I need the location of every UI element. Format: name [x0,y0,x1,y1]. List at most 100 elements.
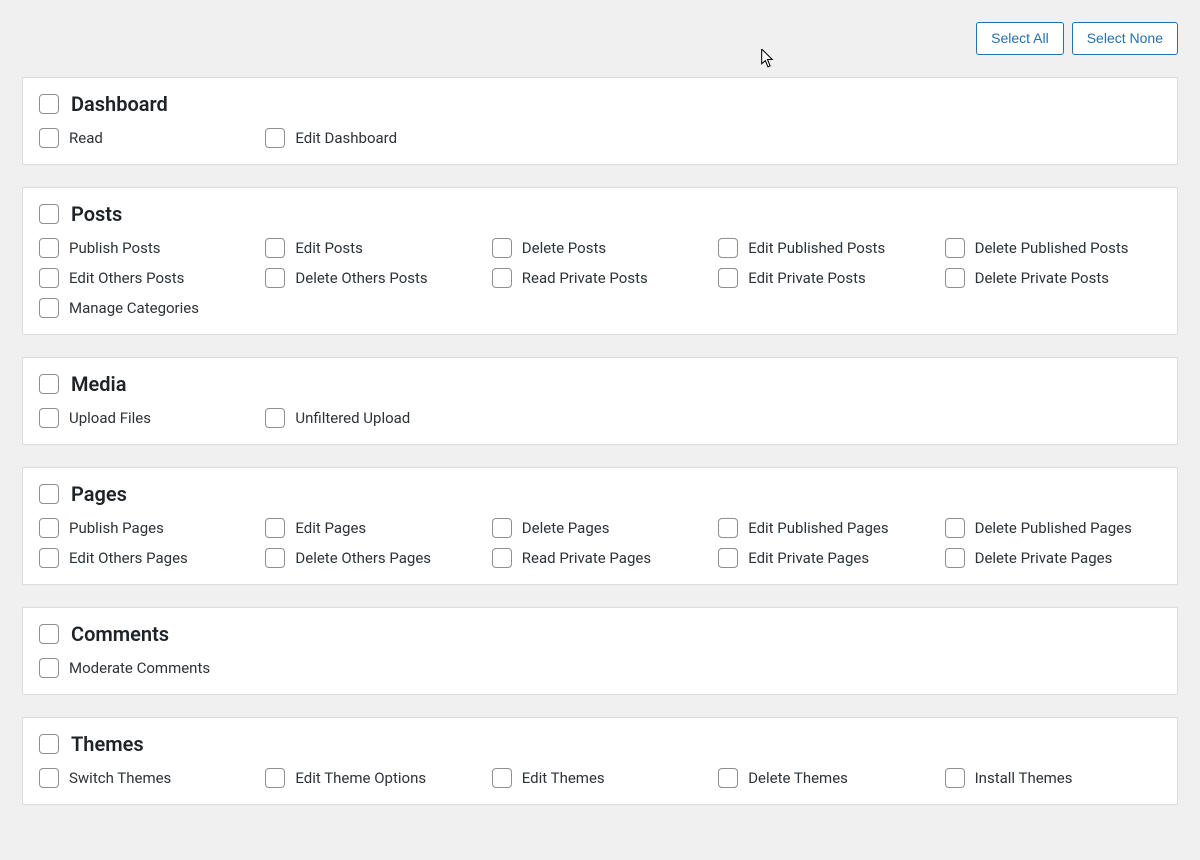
group-checkbox-pages[interactable] [39,484,59,504]
capabilities-page: Select All Select None Dashboard Read Edit… [0,0,1200,849]
capability-edit-pages[interactable]: Edit Pages [265,518,481,538]
capability-checkbox[interactable] [39,658,59,678]
capability-edit-published-pages[interactable]: Edit Published Pages [718,518,934,538]
capability-delete-posts[interactable]: Delete Posts [492,238,708,258]
capability-checkbox[interactable] [265,548,285,568]
capability-switch-themes[interactable]: Switch Themes [39,768,255,788]
group-checkbox-media[interactable] [39,374,59,394]
capability-checkbox[interactable] [718,518,738,538]
capability-label: Edit Published Pages [748,519,888,537]
capability-edit-private-posts[interactable]: Edit Private Posts [718,268,934,288]
capability-label: Delete Posts [522,239,606,257]
select-all-button[interactable]: Select All [976,22,1064,55]
action-bar: Select All Select None [22,0,1178,77]
capability-checkbox[interactable] [39,238,59,258]
capability-delete-private-posts[interactable]: Delete Private Posts [945,268,1161,288]
capability-checkbox[interactable] [39,268,59,288]
capability-delete-published-pages[interactable]: Delete Published Pages [945,518,1161,538]
capability-checkbox[interactable] [492,548,512,568]
group-comments: CommentsModerate Comments [22,607,1178,695]
group-header: Media [39,372,1161,396]
capability-checkbox[interactable] [39,128,59,148]
capability-publish-posts[interactable]: Publish Posts [39,238,255,258]
capability-moderate-comments[interactable]: Moderate Comments [39,658,255,678]
capability-label: Edit Posts [295,239,362,257]
capability-upload-files[interactable]: Upload Files [39,408,255,428]
capability-checkbox[interactable] [265,268,285,288]
capability-edit-posts[interactable]: Edit Posts [265,238,481,258]
capability-label: Delete Others Pages [295,549,431,567]
capability-delete-others-posts[interactable]: Delete Others Posts [265,268,481,288]
group-checkbox-comments[interactable] [39,624,59,644]
capability-checkbox[interactable] [718,548,738,568]
capability-checkbox[interactable] [945,518,965,538]
capability-label: Delete Themes [748,769,848,787]
capability-delete-private-pages[interactable]: Delete Private Pages [945,548,1161,568]
group-checkbox-dashboard[interactable] [39,94,59,114]
capability-edit-theme-options[interactable]: Edit Theme Options [265,768,481,788]
capability-edit-others-pages[interactable]: Edit Others Pages [39,548,255,568]
capability-checkbox[interactable] [265,238,285,258]
capabilities-grid: Publish Posts Edit Posts Delete Posts Edit … [39,238,1161,318]
capability-label: Edit Published Posts [748,239,885,257]
capability-publish-pages[interactable]: Publish Pages [39,518,255,538]
capability-checkbox[interactable] [718,768,738,788]
capability-checkbox[interactable] [265,518,285,538]
capability-label: Switch Themes [69,769,171,787]
capability-checkbox[interactable] [945,268,965,288]
capability-edit-published-posts[interactable]: Edit Published Posts [718,238,934,258]
capability-checkbox[interactable] [265,408,285,428]
group-checkbox-themes[interactable] [39,734,59,754]
capability-checkbox[interactable] [39,548,59,568]
capability-checkbox[interactable] [39,518,59,538]
group-dashboard: Dashboard Read Edit Dashboard [22,77,1178,165]
capability-label: Edit Others Pages [69,549,188,567]
capability-label: Unfiltered Upload [295,409,410,427]
capability-checkbox[interactable] [39,768,59,788]
capability-edit-themes[interactable]: Edit Themes [492,768,708,788]
group-title: Pages [71,482,127,506]
capability-checkbox[interactable] [945,768,965,788]
capability-checkbox[interactable] [39,408,59,428]
capability-read-private-pages[interactable]: Read Private Pages [492,548,708,568]
group-themes: Themes Switch Themes Edit Theme Options Edi… [22,717,1178,805]
group-header: Themes [39,732,1161,756]
capability-delete-pages[interactable]: Delete Pages [492,518,708,538]
select-none-button[interactable]: Select None [1072,22,1178,55]
capabilities-grid: Moderate Comments [39,658,1161,678]
capability-install-themes[interactable]: Install Themes [945,768,1161,788]
capability-label: Edit Others Posts [69,269,184,287]
capability-manage-categories[interactable]: Manage Categories [39,298,255,318]
capability-edit-dashboard[interactable]: Edit Dashboard [265,128,481,148]
group-title: Dashboard [71,92,168,116]
capability-read[interactable]: Read [39,128,255,148]
capability-edit-others-posts[interactable]: Edit Others Posts [39,268,255,288]
capability-label: Delete Pages [522,519,610,537]
capability-checkbox[interactable] [39,298,59,318]
capability-label: Install Themes [975,769,1073,787]
capability-checkbox[interactable] [718,268,738,288]
capability-checkbox[interactable] [492,518,512,538]
capability-delete-published-posts[interactable]: Delete Published Posts [945,238,1161,258]
capability-edit-private-pages[interactable]: Edit Private Pages [718,548,934,568]
group-title: Posts [71,202,122,226]
capability-unfiltered-upload[interactable]: Unfiltered Upload [265,408,481,428]
capability-checkbox[interactable] [492,268,512,288]
capability-delete-others-pages[interactable]: Delete Others Pages [265,548,481,568]
capability-label: Edit Private Posts [748,269,866,287]
group-header: Posts [39,202,1161,226]
capability-label: Publish Pages [69,519,164,537]
capability-label: Delete Published Pages [975,519,1132,537]
group-checkbox-posts[interactable] [39,204,59,224]
capability-label: Read Private Pages [522,549,651,567]
capability-read-private-posts[interactable]: Read Private Posts [492,268,708,288]
capability-checkbox[interactable] [718,238,738,258]
capability-checkbox[interactable] [492,768,512,788]
capability-checkbox[interactable] [265,128,285,148]
capability-checkbox[interactable] [945,238,965,258]
capability-checkbox[interactable] [492,238,512,258]
capability-checkbox[interactable] [265,768,285,788]
capability-checkbox[interactable] [945,548,965,568]
capability-delete-themes[interactable]: Delete Themes [718,768,934,788]
group-header: Pages [39,482,1161,506]
